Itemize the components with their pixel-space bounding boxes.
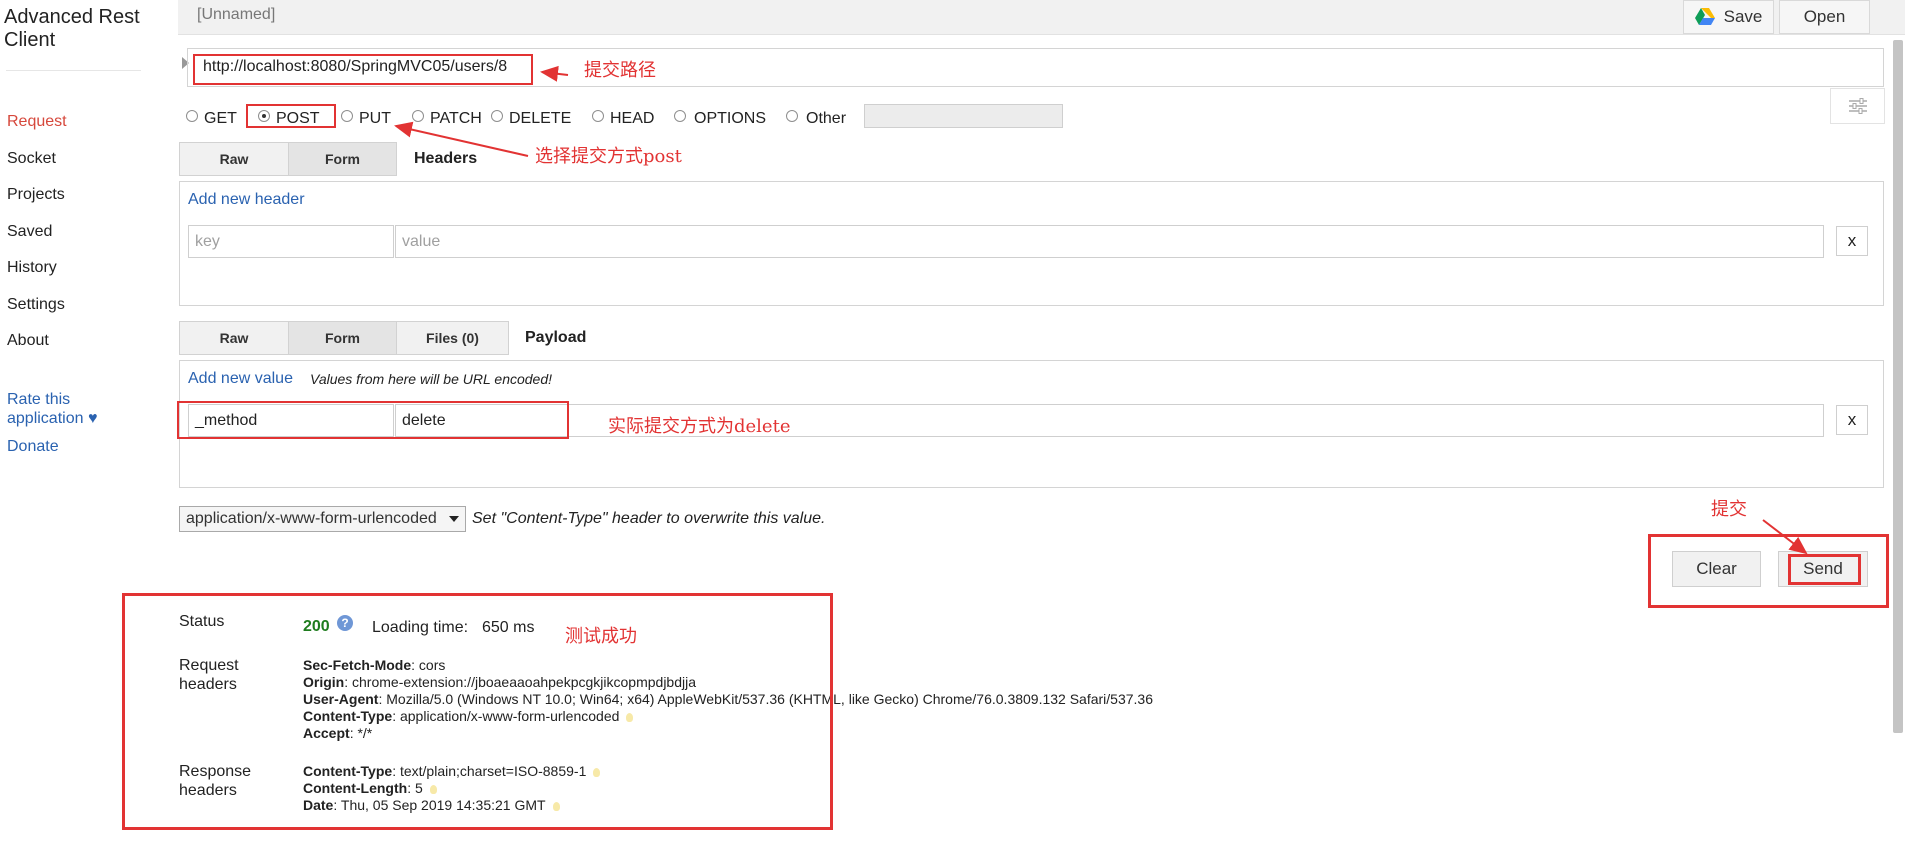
method-label-other: Other (806, 110, 847, 127)
annotation-box-response (122, 593, 833, 830)
payload-section-title: Payload (525, 329, 587, 346)
top-bar (178, 0, 1905, 35)
settings-button[interactable] (1830, 88, 1885, 124)
content-type-hint: Set "Content-Type" header to overwrite t… (472, 510, 826, 527)
app-title-line1: Advanced Rest (4, 6, 140, 28)
sidebar-item-settings[interactable]: Settings (7, 296, 65, 314)
annotation-submit-note: 提交 (1711, 499, 1747, 520)
method-label-head: HEAD (610, 110, 655, 127)
annotation-actual-method-note: 实际提交方式为delete (608, 416, 791, 437)
annotation-box-method-field (177, 401, 569, 439)
document-name[interactable]: [Unnamed] (197, 6, 275, 24)
annotation-box-post (246, 104, 336, 128)
other-method-input[interactable] (864, 104, 1063, 128)
header-value-input[interactable]: value (395, 225, 1824, 258)
annotation-url-note: 提交路径 (584, 60, 656, 81)
app-title-line2: Client (4, 29, 56, 51)
sidebar-item-socket[interactable]: Socket (7, 150, 56, 168)
sidebar-divider (6, 70, 141, 71)
google-drive-icon (1694, 8, 1715, 25)
headers-tab-raw[interactable]: Raw (179, 142, 289, 176)
dropdown-caret-icon (449, 516, 459, 522)
annotation-success-note: 测试成功 (565, 626, 637, 647)
headers-tab-form[interactable]: Form (288, 142, 397, 176)
method-label-options: OPTIONS (694, 110, 767, 127)
headers-section-title: Headers (414, 150, 478, 167)
method-radio-patch[interactable] (412, 110, 424, 122)
content-type-value: application/x-www-form-urlencoded (186, 510, 437, 527)
method-label-delete: DELETE (509, 110, 572, 127)
header-key-input[interactable]: key (188, 225, 394, 258)
save-label: Save (1723, 7, 1763, 26)
url-encoded-note: Values from here will be URL encoded! (310, 371, 553, 387)
sidebar-item-history[interactable]: History (7, 259, 57, 277)
sidebar-item-about[interactable]: About (7, 332, 49, 350)
annotation-method-note: 选择提交方式post (535, 146, 682, 167)
scrollbar-thumb[interactable] (1893, 40, 1903, 733)
sliders-icon (1849, 98, 1867, 114)
method-label-get: GET (204, 110, 237, 127)
remove-header-button[interactable]: x (1836, 226, 1868, 256)
rate-app-line2: application ♥ (7, 410, 98, 427)
sidebar-item-saved[interactable]: Saved (7, 223, 52, 241)
method-radio-delete[interactable] (491, 110, 503, 122)
sidebar-item-request[interactable]: Request (7, 113, 67, 131)
add-header-link[interactable]: Add new header (188, 191, 305, 209)
rate-app-link[interactable]: Rate this application ♥ (7, 390, 97, 428)
method-radio-head[interactable] (592, 110, 604, 122)
method-radio-put[interactable] (341, 110, 353, 122)
content-type-select[interactable]: application/x-www-form-urlencoded (179, 506, 466, 532)
method-label-patch: PATCH (430, 110, 482, 127)
method-radio-get[interactable] (186, 110, 198, 122)
payload-tab-form[interactable]: Form (288, 321, 397, 355)
payload-tab-files[interactable]: Files (0) (396, 321, 509, 355)
method-label-put: PUT (359, 110, 391, 127)
annotation-box-send (1788, 554, 1861, 585)
payload-tab-raw[interactable]: Raw (179, 321, 289, 355)
add-value-link[interactable]: Add new value (188, 370, 293, 388)
open-button[interactable]: Open (1779, 0, 1870, 34)
save-button[interactable]: Save (1683, 0, 1774, 34)
sidebar-item-projects[interactable]: Projects (7, 186, 65, 204)
method-radio-other[interactable] (786, 110, 798, 122)
donate-link[interactable]: Donate (7, 437, 59, 456)
remove-value-button[interactable]: x (1836, 405, 1868, 435)
app-title: Advanced Rest Client (4, 6, 140, 52)
rate-app-line1: Rate this (7, 391, 71, 408)
annotation-box-url (193, 54, 533, 85)
method-radio-options[interactable] (674, 110, 686, 122)
